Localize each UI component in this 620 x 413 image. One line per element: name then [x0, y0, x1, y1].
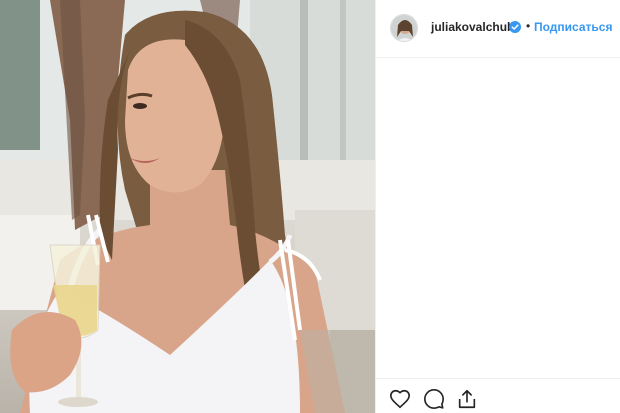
verified-badge-icon: [509, 21, 521, 33]
username-link[interactable]: juliakovalchuk: [431, 20, 514, 34]
post-side-panel: juliakovalchuk • Подписаться: [375, 0, 620, 413]
photo-illustration: [0, 0, 375, 413]
comment-icon[interactable]: [423, 388, 445, 410]
heart-icon[interactable]: [389, 388, 411, 410]
action-bar: [376, 378, 620, 413]
follow-button[interactable]: Подписаться: [534, 20, 612, 34]
instagram-post: juliakovalchuk • Подписаться: [0, 0, 620, 413]
share-icon[interactable]: [456, 388, 478, 410]
post-photo[interactable]: [0, 0, 375, 413]
avatar[interactable]: [390, 14, 418, 42]
separator-dot: •: [526, 19, 531, 33]
post-header: juliakovalchuk • Подписаться: [376, 0, 620, 58]
avatar-image: [391, 15, 417, 41]
